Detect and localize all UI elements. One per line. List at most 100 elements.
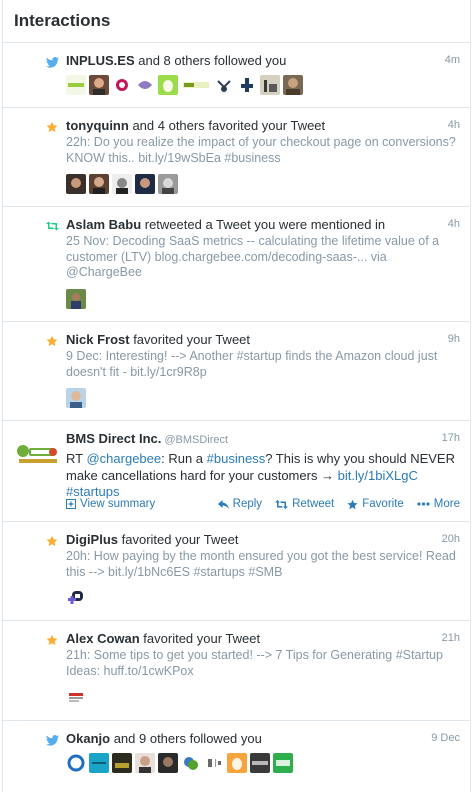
- tweet-preview[interactable]: 9 Dec: Interesting! --> Another #startup…: [66, 349, 460, 380]
- tweet-actions: View summary Reply Retweet Favorite More: [66, 498, 460, 510]
- notification-favorite[interactable]: Nick Frost favorited your Tweet 9 Dec: I…: [3, 322, 470, 421]
- timestamp: 20h: [441, 533, 460, 545]
- user-name[interactable]: INPLUS.ES: [66, 53, 135, 68]
- avatar[interactable]: [135, 75, 155, 95]
- more-button[interactable]: More: [417, 498, 460, 510]
- hashtag-link[interactable]: #business: [207, 451, 266, 466]
- avatar[interactable]: [112, 753, 132, 773]
- avatar[interactable]: [66, 753, 86, 773]
- avatar[interactable]: [66, 687, 86, 707]
- favoriter-avatars: [66, 388, 460, 408]
- retweet-icon: [275, 499, 289, 509]
- tweet-item[interactable]: BMS Direct Inc. @BMSDirect RT @chargebee:…: [3, 421, 470, 522]
- notification-follow[interactable]: Okanjo and 9 others followed you 9 Dec: [3, 721, 470, 793]
- star-icon: [347, 499, 358, 509]
- notification-text: favorited your Tweet: [139, 631, 261, 646]
- tweet-preview[interactable]: 20h: How paying by the month ensured you…: [66, 549, 460, 580]
- reply-icon: [217, 499, 229, 509]
- user-name[interactable]: Okanjo: [66, 731, 110, 746]
- tweet-preview[interactable]: 21h: Some tips to get you started! --> 7…: [66, 648, 460, 679]
- user-name[interactable]: Alex Cowan: [66, 631, 140, 646]
- notification-text: retweeted a Tweet you were mentioned in: [141, 217, 386, 232]
- tweet-text-part: RT: [66, 451, 87, 466]
- follower-avatars: [66, 75, 460, 95]
- avatar[interactable]: [250, 753, 270, 773]
- avatar[interactable]: [89, 753, 109, 773]
- avatar[interactable]: [260, 75, 280, 95]
- view-summary-button[interactable]: View summary: [66, 498, 155, 510]
- panel-header: Interactions: [3, 0, 470, 43]
- user-name[interactable]: DigiPlus: [66, 532, 118, 547]
- retweet-icon: [45, 219, 59, 233]
- user-name[interactable]: tonyquinn: [66, 118, 129, 133]
- follower-avatars: [66, 753, 460, 773]
- tweet-preview[interactable]: 25 Nov: Decoding SaaS metrics -- calcula…: [66, 234, 460, 281]
- retweeter-avatars: [66, 288, 460, 309]
- favoriter-avatars: [66, 174, 460, 194]
- avatar[interactable]: [283, 75, 303, 95]
- notification-favorite[interactable]: DigiPlus favorited your Tweet 20h: How p…: [3, 522, 470, 621]
- avatar[interactable]: [112, 75, 132, 95]
- retweet-button[interactable]: Retweet: [275, 498, 334, 510]
- url-link[interactable]: bit.ly/1biXLgC: [338, 468, 418, 483]
- view-summary-label: View summary: [80, 498, 156, 510]
- avatar[interactable]: [181, 75, 211, 95]
- avatar[interactable]: [89, 75, 109, 95]
- avatar[interactable]: [66, 288, 86, 309]
- notification-text: favorited your Tweet: [118, 532, 239, 547]
- notification-favorite[interactable]: Alex Cowan favorited your Tweet 21h: Som…: [3, 621, 470, 721]
- retweet-label: Retweet: [292, 498, 335, 510]
- notification-follow[interactable]: INPLUS.ES and 8 others followed you 4m: [3, 43, 470, 108]
- avatar[interactable]: [158, 753, 178, 773]
- twitter-bird-icon: [45, 733, 59, 747]
- notification-retweet[interactable]: Aslam Babu retweeted a Tweet you were me…: [3, 207, 470, 322]
- more-label: More: [433, 498, 460, 510]
- avatar[interactable]: [214, 75, 234, 95]
- avatar[interactable]: [204, 753, 224, 773]
- reply-button[interactable]: Reply: [217, 498, 263, 510]
- favorite-button[interactable]: Favorite: [347, 498, 404, 510]
- avatar[interactable]: [158, 174, 178, 194]
- notification-text: and 8 others followed you: [134, 53, 287, 68]
- hashtag-link[interactable]: #startups: [66, 484, 119, 499]
- timestamp: 4h: [447, 119, 460, 131]
- bms-direct-logo[interactable]: [15, 439, 61, 469]
- user-name[interactable]: Aslam Babu: [66, 217, 141, 232]
- avatar[interactable]: [135, 174, 155, 194]
- star-icon: [45, 633, 59, 647]
- tweet-text-part: : Run a: [161, 451, 207, 466]
- more-dots-icon: [417, 502, 430, 506]
- favoriter-avatars: [66, 687, 460, 707]
- avatar[interactable]: [237, 75, 257, 95]
- avatar[interactable]: [66, 174, 86, 194]
- tweet-author-name[interactable]: BMS Direct Inc.: [66, 431, 161, 446]
- reply-label: Reply: [232, 498, 263, 510]
- avatar[interactable]: [135, 753, 155, 773]
- favorite-label: Favorite: [362, 498, 404, 510]
- mention-link[interactable]: @chargebee: [86, 451, 161, 466]
- tweet-text: RT @chargebee: Run a #business? This is …: [66, 451, 460, 501]
- notification-favorite[interactable]: tonyquinn and 4 others favorited your Tw…: [3, 108, 470, 207]
- avatar[interactable]: [89, 174, 109, 194]
- avatar[interactable]: [158, 75, 178, 95]
- notification-text: and 4 others favorited your Tweet: [128, 118, 326, 133]
- timestamp: 21h: [441, 632, 460, 644]
- favoriter-avatars: [66, 588, 460, 608]
- star-icon: [45, 334, 59, 348]
- tweet-author-handle[interactable]: @BMSDirect: [164, 434, 228, 446]
- avatar[interactable]: [66, 388, 86, 408]
- avatar[interactable]: [66, 75, 86, 95]
- avatar[interactable]: [66, 588, 86, 608]
- tweet-preview[interactable]: 22h: Do you realize the impact of your c…: [66, 135, 460, 166]
- avatar[interactable]: [227, 753, 247, 773]
- star-icon: [45, 120, 59, 134]
- avatar[interactable]: [112, 174, 132, 194]
- timestamp: 9h: [447, 333, 460, 345]
- avatar[interactable]: [273, 753, 293, 773]
- avatar[interactable]: [181, 753, 201, 773]
- summary-icon: [66, 499, 76, 509]
- user-name[interactable]: Nick Frost: [66, 332, 130, 347]
- twitter-bird-icon: [45, 55, 59, 69]
- notification-text: and 9 others followed you: [110, 731, 262, 746]
- page-title: Interactions: [14, 11, 111, 30]
